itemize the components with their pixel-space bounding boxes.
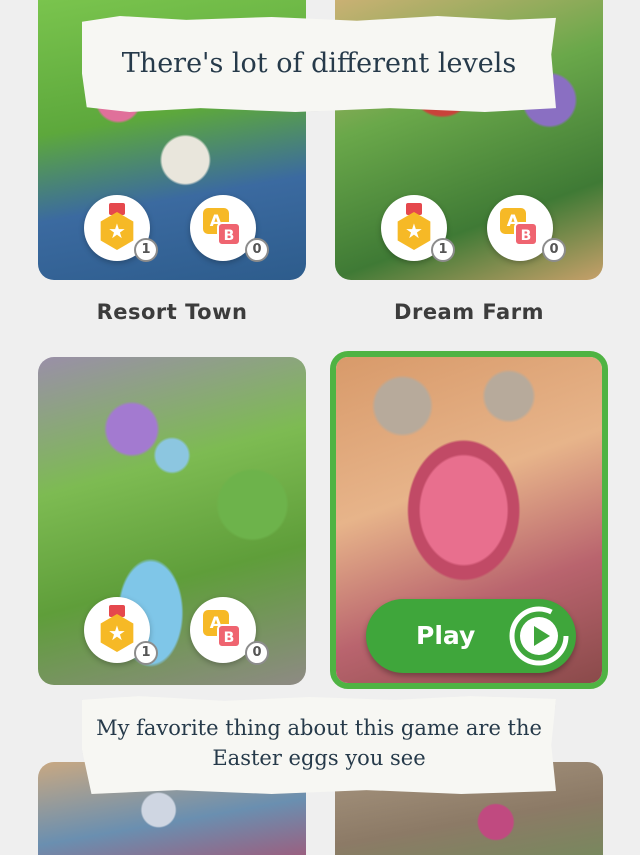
play-button-label: Play <box>416 621 476 650</box>
caption-bottom: My favorite thing about this game are th… <box>82 696 556 794</box>
caption-bottom-line1: My favorite thing about this game are th… <box>96 716 542 740</box>
caption-top-text: There's lot of different levels <box>121 48 517 79</box>
level-card-park[interactable]: ★ 1 A B 0 <box>38 357 306 685</box>
star-icon: ★ <box>108 621 126 645</box>
ab-count: 0 <box>542 238 566 262</box>
play-circle-icon <box>509 606 569 666</box>
star-icon: ★ <box>405 219 423 243</box>
level-title-resort-town: Resort Town <box>96 300 248 324</box>
medal-count: 1 <box>431 238 455 262</box>
ab-count: 0 <box>245 238 269 262</box>
ab-count: 0 <box>245 641 269 665</box>
medal-count: 1 <box>134 641 158 665</box>
level-title-dream-farm: Dream Farm <box>394 300 544 324</box>
medal-star-icon: ★ <box>100 212 134 250</box>
medal-star-icon: ★ <box>100 614 134 652</box>
level-card-circus[interactable]: Play <box>330 351 608 689</box>
caption-bottom-line2: Easter eggs you see <box>212 746 426 770</box>
play-button[interactable]: Play <box>366 599 576 673</box>
star-icon: ★ <box>108 219 126 243</box>
ab-letters-icon: A B <box>500 208 540 248</box>
ab-letters-icon: A B <box>203 610 243 650</box>
ab-letters-icon: A B <box>203 208 243 248</box>
caption-top: There's lot of different levels <box>82 16 556 112</box>
level-thumbnail <box>38 357 306 685</box>
medal-count: 1 <box>134 238 158 262</box>
medal-star-icon: ★ <box>397 212 431 250</box>
